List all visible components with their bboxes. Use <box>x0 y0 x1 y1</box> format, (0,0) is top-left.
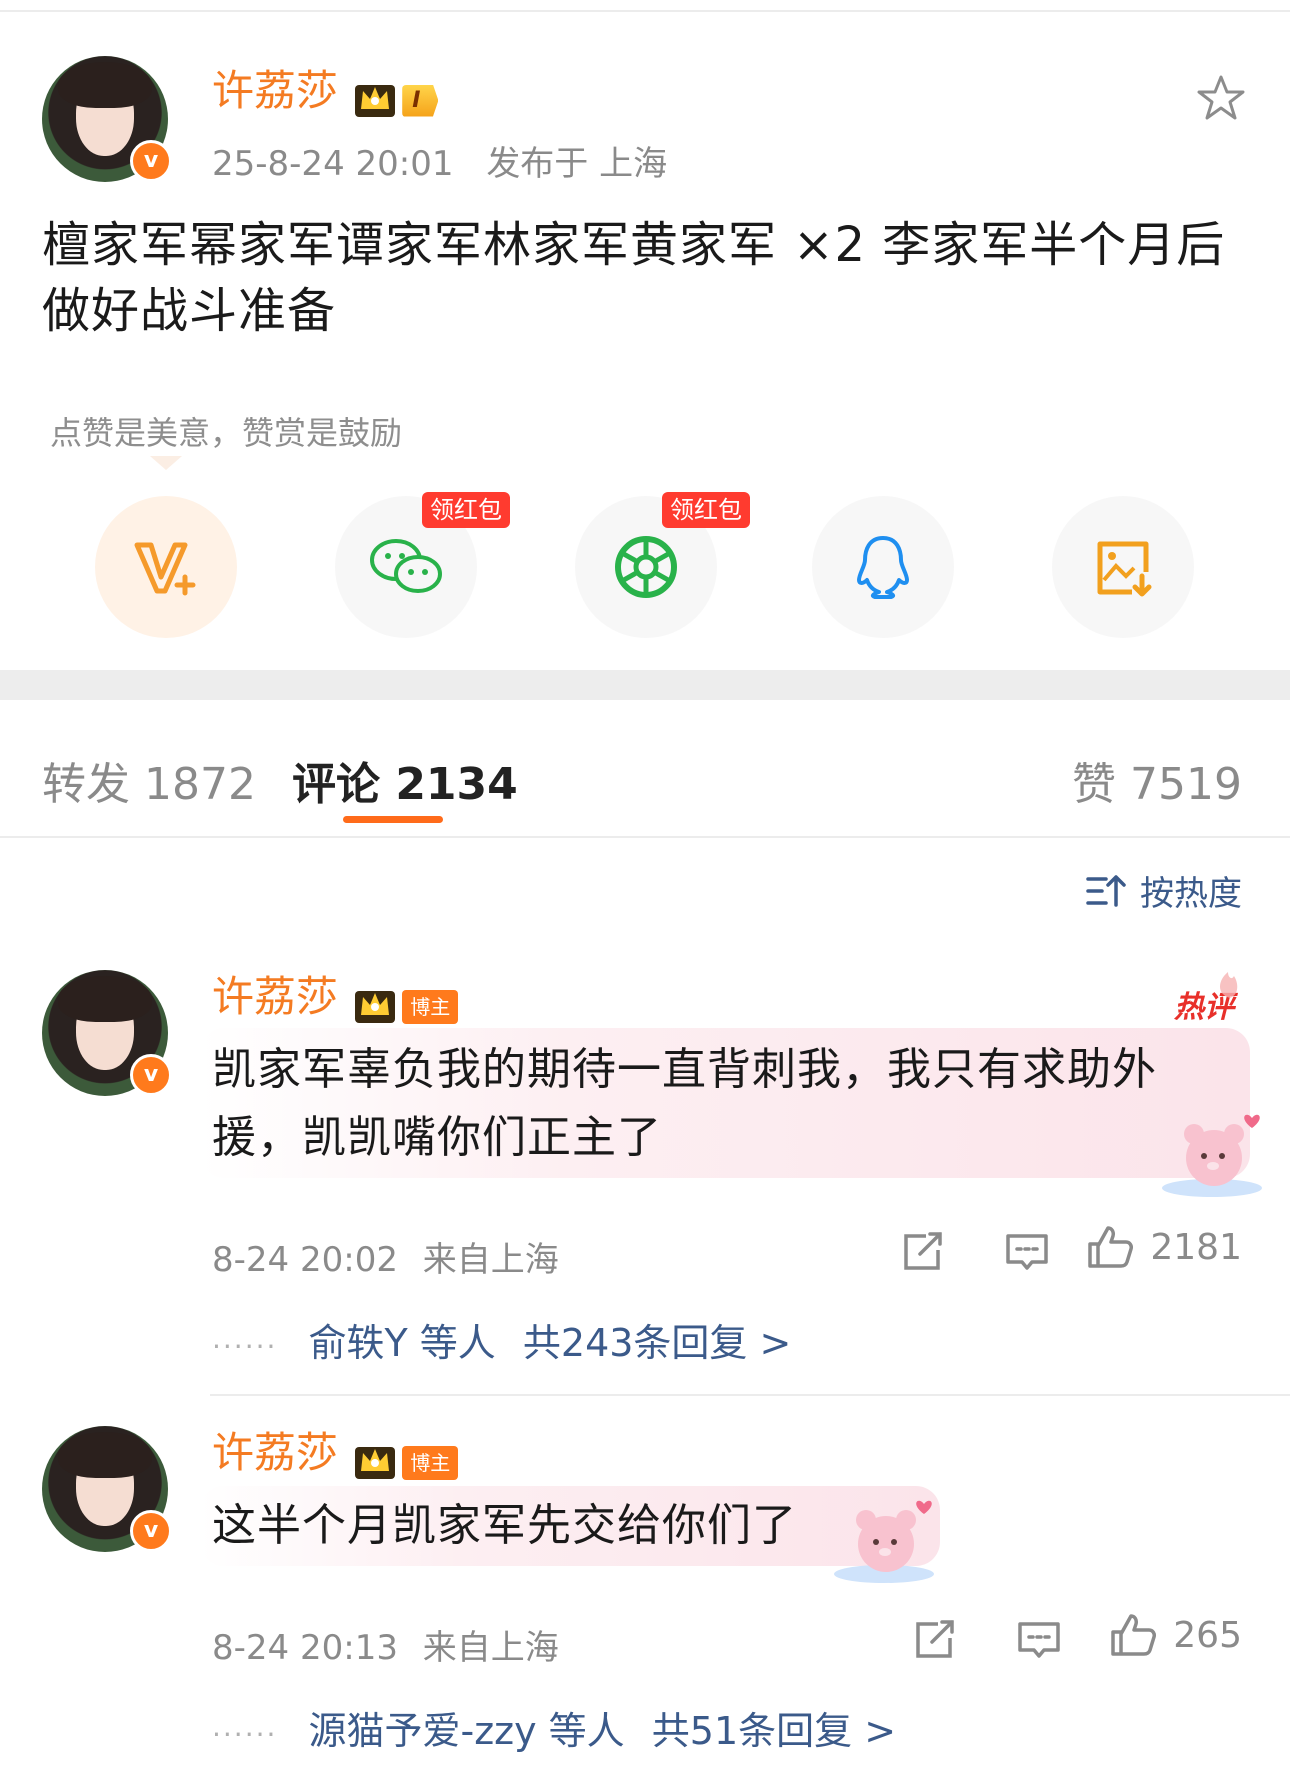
thumbs-up-icon <box>1088 1226 1134 1268</box>
post-location: 发布于 上海 <box>486 144 668 184</box>
top-divider <box>0 10 1290 12</box>
reply-dots: ······ <box>212 1330 278 1363</box>
sort-label: 按热度 <box>1140 874 1242 914</box>
vip-reward-button[interactable] <box>95 496 237 638</box>
comment-divider <box>210 1394 1290 1396</box>
author-avatar[interactable]: v <box>42 56 172 182</box>
bear-sticker-icon <box>832 1496 942 1590</box>
save-image-button[interactable] <box>1052 496 1194 638</box>
post-time: 25-8-24 20:01 <box>212 144 454 184</box>
reward-tip: 点赞是美意，赞赏是鼓励 <box>50 414 403 452</box>
reply-dots: ······ <box>212 1718 278 1751</box>
comment-author-row: 许荔莎 博主 <box>212 972 459 1029</box>
comment-text-line2: 援，凯凯嘴你们正主了 <box>212 1112 662 1163</box>
repost-icon[interactable] <box>900 1230 946 1278</box>
comment-avatar[interactable]: v <box>42 970 172 1096</box>
save-image-icon <box>1097 541 1152 597</box>
author-row: 许荔莎 I <box>212 66 439 123</box>
moments-redpack-badge: 领红包 <box>662 492 750 528</box>
comment-body: 这半个月凯家军先交给你们了 <box>212 1492 797 1560</box>
blogger-badge: 博主 <box>402 1445 459 1480</box>
tab-repost[interactable]: 转发 1872 <box>42 748 256 812</box>
verified-icon: v <box>130 140 172 182</box>
comment-text-line1: 凯家军辜负我的期待一直背刺我，我只有求助外 <box>212 1044 1157 1095</box>
comment-author-row: 许荔莎 博主 <box>212 1428 459 1485</box>
post-meta: 25-8-24 20:01 发布于 上海 <box>212 136 667 185</box>
reply-users[interactable]: 俞轶Y 等人 <box>309 1321 496 1365</box>
post-text-line1: 檀家军幂家军谭家军林家军黄家军 ×2 李家军半个月后 <box>42 217 1226 273</box>
section-separator <box>0 670 1290 700</box>
reply-comment-icon[interactable] <box>1016 1618 1062 1666</box>
author-name[interactable]: 许荔莎 <box>212 66 338 115</box>
comment-body: 凯家军辜负我的期待一直背刺我，我只有求助外 援，凯凯嘴你们正主了 <box>212 1036 1252 1172</box>
comment-author[interactable]: 许荔莎 <box>212 1428 338 1477</box>
like-button[interactable]: 265 <box>1109 1612 1242 1658</box>
tabs-divider <box>0 836 1290 838</box>
blogger-badge: 博主 <box>402 989 459 1024</box>
comment-author[interactable]: 许荔莎 <box>212 972 338 1021</box>
share-qq-button[interactable] <box>812 496 954 638</box>
reply-count-link[interactable]: 共51条回复 > <box>652 1709 896 1753</box>
post-text-line2: 做好战斗准备 <box>42 283 337 339</box>
favorite-star-icon[interactable] <box>1196 74 1246 126</box>
flame-icon <box>1210 960 1246 1004</box>
qq-icon <box>857 536 909 599</box>
moments-icon <box>615 536 677 598</box>
reply-comment-icon[interactable] <box>1004 1230 1050 1278</box>
crown-icon <box>353 1441 397 1485</box>
tab-comment[interactable]: 评论 2134 <box>292 748 518 812</box>
reply-users[interactable]: 源猫予爱-zzy 等人 <box>309 1709 625 1753</box>
like-count: 265 <box>1173 1614 1242 1656</box>
tab-like[interactable]: 赞 7519 <box>1072 748 1242 812</box>
bear-sticker-icon <box>1160 1110 1270 1204</box>
repost-icon[interactable] <box>912 1618 958 1666</box>
vip-plus-icon <box>134 542 196 596</box>
sort-icon <box>1086 874 1126 907</box>
comment-meta: 8-24 20:02 来自上海 <box>212 1232 559 1281</box>
crown-icon <box>353 79 397 123</box>
level-badge: I <box>402 84 439 117</box>
reply-summary[interactable]: ······ 源猫予爱-zzy 等人 共51条回复 > <box>212 1700 896 1755</box>
comment-avatar[interactable]: v <box>42 1426 172 1552</box>
thumbs-up-icon <box>1111 1614 1157 1656</box>
sort-button[interactable]: 按热度 <box>1086 866 1242 915</box>
comment-location: 来自上海 <box>422 1628 559 1668</box>
tip-pointer <box>150 456 182 470</box>
comment-location: 来自上海 <box>422 1240 559 1280</box>
crown-icon <box>353 985 397 1029</box>
wechat-redpack-badge: 领红包 <box>422 492 510 528</box>
post-body: 檀家军幂家军谭家军林家军黄家军 ×2 李家军半个月后 做好战斗准备 <box>42 212 1262 344</box>
comment-meta: 8-24 20:13 来自上海 <box>212 1620 559 1669</box>
reply-summary[interactable]: ······ 俞轶Y 等人 共243条回复 > <box>212 1312 791 1367</box>
wechat-icon <box>370 539 442 593</box>
active-tab-indicator <box>343 816 443 823</box>
comment-time: 8-24 20:02 <box>212 1240 398 1280</box>
verified-icon: v <box>130 1510 172 1552</box>
verified-icon: v <box>130 1054 172 1096</box>
like-count: 2181 <box>1150 1226 1242 1268</box>
reply-count-link[interactable]: 共243条回复 > <box>523 1321 791 1365</box>
comment-text-line1: 这半个月凯家军先交给你们了 <box>212 1500 797 1551</box>
comment-time: 8-24 20:13 <box>212 1628 398 1668</box>
like-button[interactable]: 2181 <box>1086 1224 1242 1270</box>
